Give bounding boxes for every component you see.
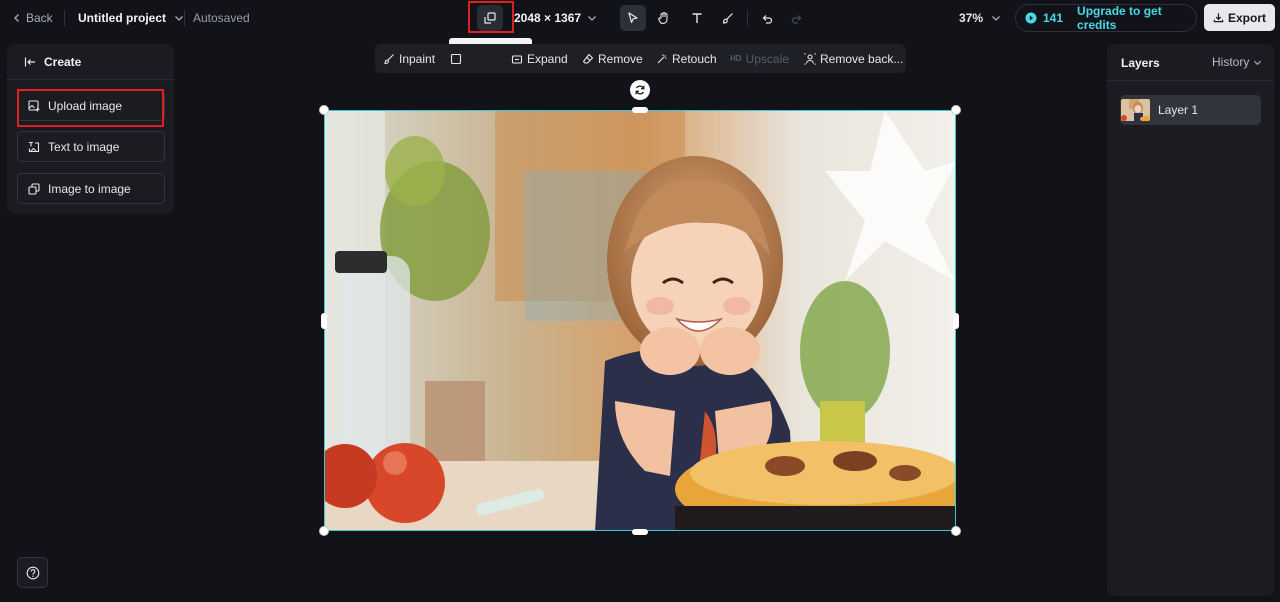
back-label: Back [26, 11, 53, 25]
inpaint-icon [383, 53, 395, 65]
text-icon [690, 11, 704, 25]
remove-background-icon [804, 52, 816, 65]
remove-background-button[interactable]: Remove back... [804, 44, 903, 73]
export-label: Export [1227, 10, 1266, 25]
layer-thumbnail [1121, 99, 1150, 121]
redo-button[interactable] [784, 5, 810, 31]
select-tool-button[interactable] [620, 5, 646, 31]
retouch-label: Retouch [672, 51, 717, 66]
text-to-image-icon [28, 141, 40, 153]
text-to-image-button[interactable]: Text to image [17, 131, 165, 162]
credits-icon [1025, 12, 1037, 24]
divider [184, 10, 185, 26]
resize-handle[interactable] [319, 526, 329, 536]
resize-handle[interactable] [951, 526, 961, 536]
credits-count: 141 [1043, 11, 1064, 25]
back-button[interactable]: Back [12, 0, 53, 36]
chevron-down-icon [174, 13, 184, 23]
expand-button[interactable]: Expand [511, 44, 568, 73]
resize-handle[interactable] [632, 107, 648, 113]
expand-label: Expand [527, 51, 568, 66]
download-icon [1213, 12, 1224, 23]
tab-history[interactable]: History [1212, 55, 1262, 69]
layers-panel-header: Layers History [1107, 44, 1274, 81]
hd-icon: HD [730, 54, 742, 63]
inpaint-label: Inpaint [399, 51, 436, 66]
zoom-level: 37% [959, 11, 984, 25]
chevron-left-icon [12, 13, 22, 23]
layer-item[interactable]: Layer 1 [1120, 95, 1261, 125]
square-icon [450, 53, 462, 65]
help-button[interactable] [17, 557, 48, 588]
chevron-down-icon [991, 13, 1001, 23]
redo-icon [790, 11, 804, 25]
inpaint-button[interactable]: Inpaint [383, 44, 435, 73]
upgrade-label: Upgrade to get credits [1077, 4, 1162, 32]
retouch-button[interactable]: Retouch [656, 44, 717, 73]
image-to-image-label: Image to image [48, 181, 131, 196]
resize-handle[interactable] [321, 313, 327, 329]
hand-tool-button[interactable] [651, 5, 677, 31]
retouch-icon [656, 53, 668, 65]
history-label: History [1212, 55, 1250, 69]
highlight-box [17, 89, 164, 127]
project-title-dropdown[interactable]: Untitled project [78, 0, 184, 36]
save-status: Autosaved [193, 11, 250, 25]
highlight-box [468, 1, 514, 33]
undo-button[interactable] [754, 5, 780, 31]
top-bar: Back Untitled project Autosaved 2048 × 1… [0, 0, 1280, 36]
divider [747, 10, 748, 26]
remove-background-label: Remove back... [820, 51, 904, 66]
help-icon [26, 566, 40, 580]
expand-icon [511, 53, 523, 65]
image-to-image-button[interactable]: Image to image [17, 173, 165, 204]
resize-handle[interactable] [953, 313, 959, 329]
zoom-dropdown[interactable]: 37% [959, 0, 1001, 36]
brush-tool-button[interactable] [715, 5, 741, 31]
tab-layers[interactable]: Layers [1121, 56, 1160, 70]
canvas-size: 2048 × 1367 [514, 11, 582, 25]
export-button[interactable]: Export [1204, 4, 1275, 31]
resize-handle[interactable] [632, 529, 648, 535]
create-panel-title: Create [44, 54, 82, 69]
text-to-image-label: Text to image [48, 139, 120, 154]
remove-label: Remove [598, 51, 643, 66]
canvas-toolbar: Inpaint Expand Remove Retouch HD Upscale… [375, 44, 906, 73]
layer-name: Layer 1 [1158, 103, 1199, 117]
rotate-icon [634, 84, 646, 96]
canvas-size-dropdown[interactable]: 2048 × 1367 [514, 0, 597, 36]
undo-icon [760, 11, 774, 25]
resize-handle[interactable] [951, 105, 961, 115]
brush-icon [721, 11, 735, 25]
text-tool-button[interactable] [684, 5, 710, 31]
chevron-down-icon [1253, 58, 1262, 67]
layers-panel: Layers History Layer 1 [1107, 44, 1274, 596]
hand-icon [657, 11, 671, 25]
upscale-label: Upscale [745, 51, 789, 66]
credits-upgrade-button[interactable]: 141 Upgrade to get credits [1015, 4, 1197, 32]
resize-handle[interactable] [319, 105, 329, 115]
image-to-image-icon [28, 182, 40, 195]
remove-button[interactable]: Remove [582, 44, 643, 73]
pointer-icon [626, 11, 640, 25]
create-panel-header[interactable]: Create [7, 44, 174, 80]
canvas-image[interactable] [324, 110, 956, 531]
upscale-button[interactable]: HD Upscale [730, 44, 789, 73]
child-photo [325, 111, 955, 530]
project-title: Untitled project [78, 11, 167, 25]
divider [64, 10, 65, 26]
rotate-handle[interactable] [630, 80, 650, 100]
chevron-down-icon [587, 13, 597, 23]
eraser-icon [582, 53, 594, 65]
hidden-tool-button[interactable] [450, 44, 462, 73]
create-panel: Create Upload image Text to image Image … [7, 44, 174, 214]
collapse-panel-icon [24, 56, 36, 68]
